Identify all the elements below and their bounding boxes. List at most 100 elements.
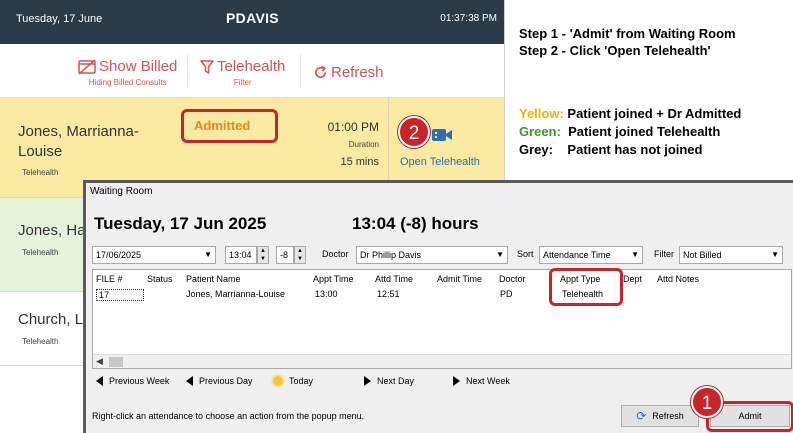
column-header[interactable]: Attd Notes [657,274,699,284]
chevron-down-icon: ▼ [631,250,639,259]
window-title: Waiting Room [90,186,153,197]
filter-select[interactable]: Not Billed ▼ [679,246,783,264]
sort-label: Sort [517,249,534,259]
legend-text: Patient joined Telehealth [560,124,721,139]
waiting-room-window: Waiting Room Tuesday, 17 Jun 2025 13:04 … [83,180,793,433]
screenshot-root: Tuesday, 17 June PDAVIS 01:37:38 PM Show… [0,0,793,433]
filter-label: Filter [654,249,674,259]
toolbar: Show Billed Hiding Billed Consults Teleh… [0,44,504,98]
step-2-text: Step 2 - Click 'Open Telehealth' [519,43,711,58]
column-header[interactable]: Status [147,274,173,284]
scroll-left-icon[interactable]: ◀ [96,356,103,367]
app-header: Tuesday, 17 June PDAVIS 01:37:38 PM [0,0,504,44]
duration-value: 15 mins [340,156,379,168]
show-billed-label: Show Billed [99,58,178,75]
time-value: 13:04 [229,250,252,260]
sort-select[interactable]: Attendance Time ▼ [539,246,643,264]
previous-day-button[interactable]: Previous Day [186,376,253,386]
legend-key: Grey: [519,142,553,157]
patient-name: Jones, Marrianna- Louise [18,122,139,162]
column-header[interactable]: Appt Time [313,274,354,284]
legend-text: Patient has not joined [552,142,703,157]
previous-week-label: Previous Week [109,376,170,386]
step-2-callout: 2 [398,116,430,148]
patient-name-cell[interactable]: Jones, Marrianna-Louise [186,289,285,299]
next-week-label: Next Week [466,376,510,386]
step-1-text: Step 1 - 'Admit' from Waiting Room [519,26,736,41]
time-field[interactable]: 13:04 [225,246,257,264]
previous-day-label: Previous Day [199,376,253,386]
attd-time-cell[interactable]: 12:51 [377,289,400,299]
appt-time-cell[interactable]: 13:00 [315,289,338,299]
offset-value: -8 [280,250,289,260]
help-text: Right-click an attendance to choose an a… [92,411,365,421]
refresh-button[interactable]: Refresh [313,64,384,81]
refresh-label: Refresh [652,411,684,421]
refresh-icon: ⟳ [636,409,647,423]
column-header[interactable]: Admit Time [437,274,482,284]
open-telehealth-link[interactable]: Open Telehealth [400,156,480,168]
toolbar-divider [300,54,301,88]
show-billed-sub: Hiding Billed Consults [88,78,167,87]
billed-hidden-icon [78,58,96,75]
horizontal-scrollbar[interactable]: ◀ [93,354,791,368]
offset-field[interactable]: -8 [276,246,294,264]
toolbar-divider [187,54,188,88]
refresh-icon [315,65,327,79]
legend-green: Green: Patient joined Telehealth [519,124,720,139]
telehealth-filter-button[interactable]: Telehealth Filter [200,58,285,87]
status-badge: Admitted [194,118,251,133]
previous-week-button[interactable]: Previous Week [96,376,169,386]
today-label: Today [289,376,314,386]
next-day-label: Next Day [377,376,415,386]
offset-spinner[interactable]: ▲ ▼ [294,246,306,264]
refresh-label: Refresh [331,64,384,81]
appointment-type: Telehealth [22,248,59,257]
filter-icon [200,59,214,74]
arrow-right-icon [364,376,371,386]
arrow-left-icon [96,376,103,386]
telehealth-filter-sub: Filter [233,78,252,87]
patient-name: Church, La [18,311,92,328]
sort-value: Attendance Time [543,250,611,260]
header-clock: 01:37:38 PM [440,13,497,24]
column-header[interactable]: FILE # [96,274,123,284]
column-header[interactable]: Doctor [499,274,526,284]
date-value: 17/06/2025 [96,250,142,260]
next-day-button[interactable]: Next Day [364,376,414,386]
legend-yellow: Yellow: Patient joined + Dr Admitted [519,106,741,121]
sun-icon [273,376,283,386]
attendance-grid[interactable]: FILE # Status Patient Name Appt Time Att… [92,268,792,369]
column-header[interactable]: Dept [623,274,642,284]
step-1-callout: 1 [691,386,723,418]
legend-text: Patient joined + Dr Admitted [563,106,742,121]
legend-grey: Grey: Patient has not joined [519,142,702,157]
big-date: Tuesday, 17 Jun 2025 [94,214,267,233]
doctor-select[interactable]: Dr Phillip Davis ▼ [356,246,508,264]
appointment-type: Telehealth [22,337,59,346]
date-picker[interactable]: 17/06/2025 ▼ [92,246,216,264]
show-billed-button[interactable]: Show Billed Hiding Billed Consults [78,58,177,87]
big-time: 13:04 (-8) hours [352,214,479,233]
next-week-button[interactable]: Next Week [453,376,510,386]
chevron-down-icon: ▼ [496,250,504,259]
scroll-thumb[interactable] [109,357,123,367]
appointment-time: 01:00 PM [327,120,379,134]
chevron-down-icon: ▼ [204,250,212,259]
chevron-down-icon: ▼ [771,250,779,259]
file-number-cell[interactable]: 17 [96,289,144,301]
appt-type-highlight-box [549,268,623,306]
column-header[interactable]: Patient Name [186,274,241,284]
arrow-right-icon [453,376,460,386]
refresh-button[interactable]: ⟳ Refresh [621,405,699,427]
patient-name-line2: Louise [18,143,63,160]
video-camera-icon[interactable] [431,126,453,144]
duration-label: Duration [348,140,379,149]
today-button[interactable]: Today [273,376,313,386]
arrow-left-icon [186,376,193,386]
time-spinner[interactable]: ▲ ▼ [257,246,269,264]
doctor-cell[interactable]: PD [500,289,513,299]
doctor-value: Dr Phillip Davis [360,250,422,260]
filter-value: Not Billed [683,250,722,260]
column-header[interactable]: Attd Time [375,274,413,284]
